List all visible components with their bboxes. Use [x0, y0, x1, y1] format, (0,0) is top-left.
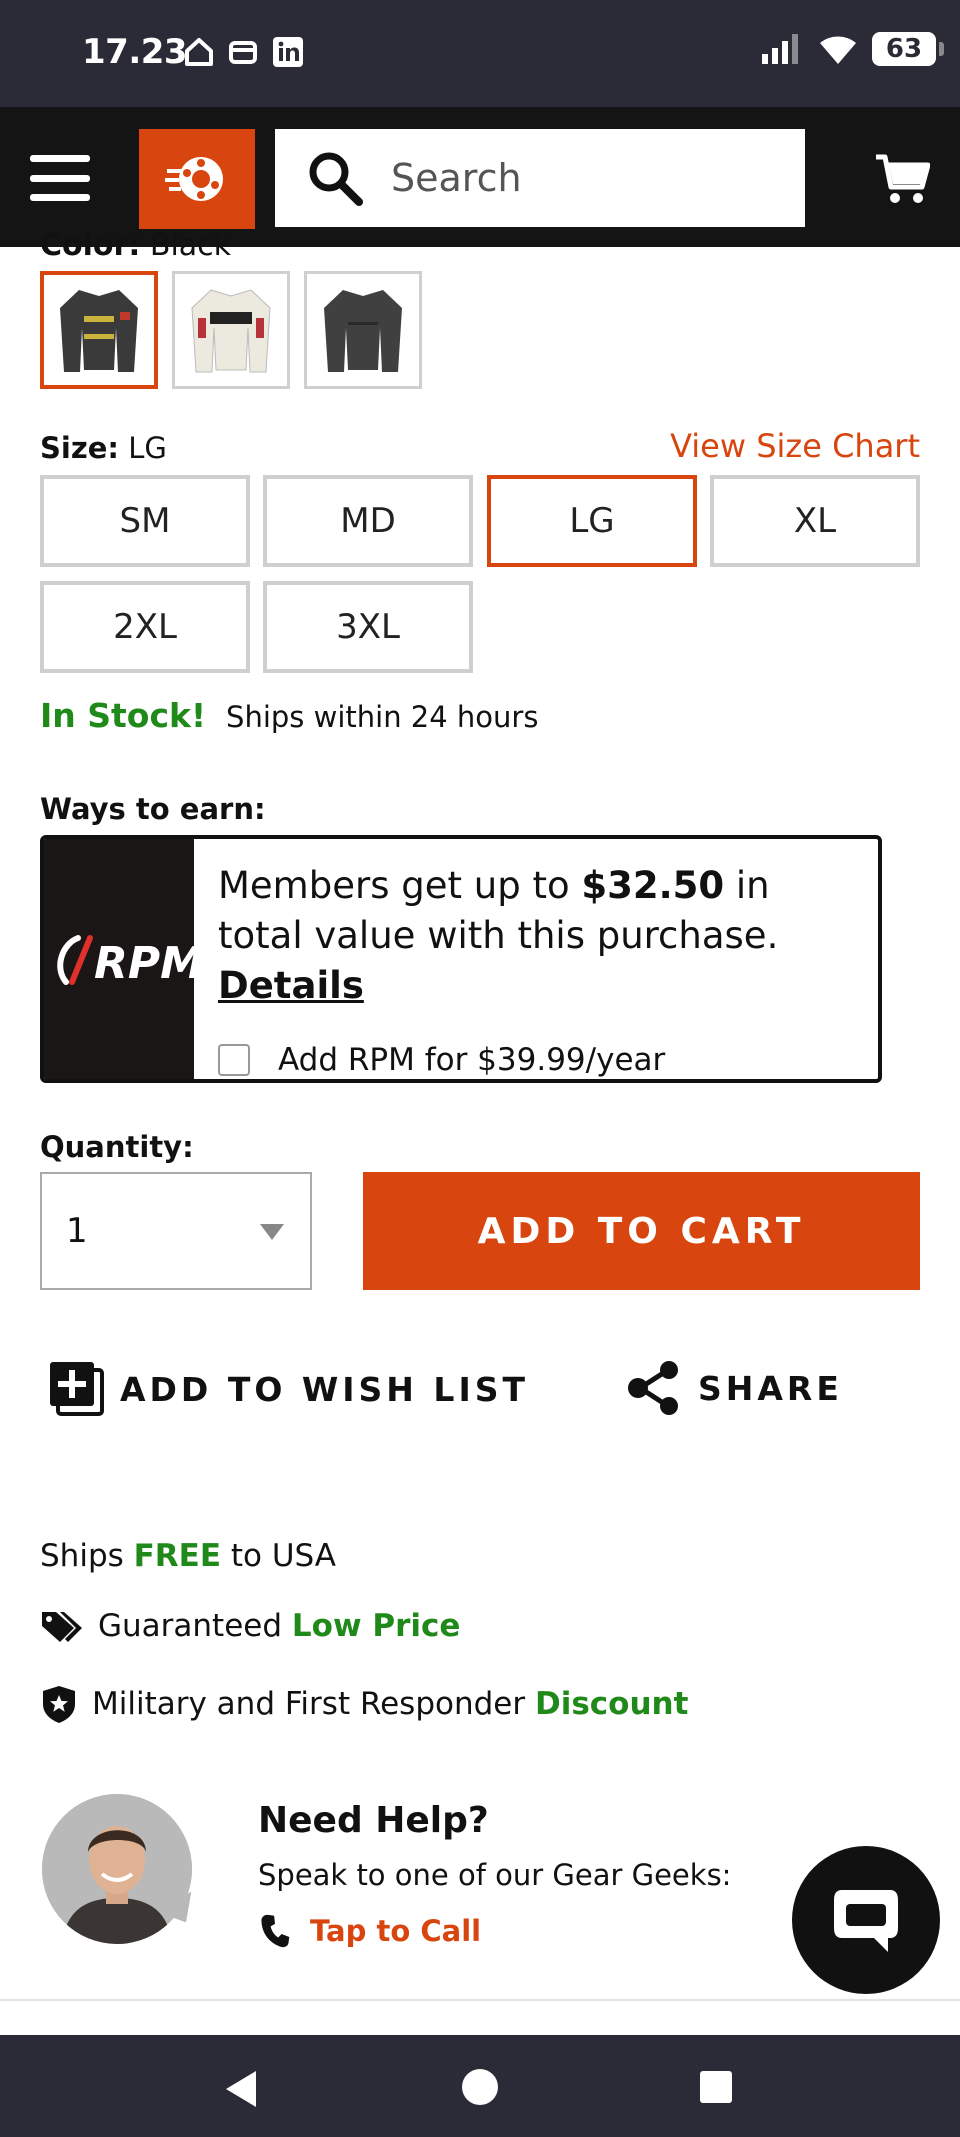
jacket-thumbnail — [191, 289, 271, 373]
free-shipping-perk: Ships FREE to USA — [40, 1538, 336, 1574]
hamburger-icon — [30, 155, 90, 162]
ships-within-text: Ships within 24 hours — [226, 700, 539, 734]
stock-status: In Stock! Ships within 24 hours — [40, 696, 538, 735]
share-icon — [628, 1361, 678, 1415]
ways-to-earn-label: Ways to earn: — [40, 792, 266, 826]
add-to-list-icon — [50, 1362, 104, 1416]
notification-icons — [184, 36, 304, 68]
add-to-cart-button[interactable]: ADD TO CART — [363, 1172, 920, 1290]
dropdown-arrow-icon — [260, 1224, 284, 1240]
home-button-icon[interactable] — [462, 2069, 498, 2105]
color-value: Black — [149, 228, 232, 263]
free-shipping-text: Ships FREE to USA — [40, 1538, 336, 1574]
low-price-perk: Guaranteed Low Price — [40, 1608, 460, 1644]
wallet-icon — [229, 41, 257, 64]
military-prefix: Military and First Responder — [92, 1686, 535, 1722]
cart-icon[interactable] — [874, 151, 930, 207]
color-swatch-dark[interactable] — [304, 271, 422, 389]
rpm-logo: RPM — [44, 839, 194, 1079]
ships-suffix: to USA — [221, 1538, 337, 1574]
ships-prefix: Ships — [40, 1538, 134, 1574]
color-label: Color: Black — [40, 228, 231, 263]
size-option-md[interactable]: MD — [263, 475, 473, 567]
size-option-2xl[interactable]: 2XL — [40, 581, 250, 673]
size-option-lg[interactable]: LG — [487, 475, 697, 567]
quantity-value: 1 — [66, 1211, 88, 1251]
chat-button[interactable] — [792, 1846, 940, 1994]
size-header: Size: LG View Size Chart — [40, 427, 920, 467]
back-icon[interactable] — [226, 2071, 256, 2107]
price-prefix: Guaranteed — [98, 1608, 292, 1644]
battery-level: 63 — [885, 34, 923, 64]
rpm-description: Members get up to $32.50 in total value … — [194, 839, 878, 1079]
share-button[interactable]: SHARE — [626, 1360, 843, 1416]
need-help-subtitle: Speak to one of our Gear Geeks: — [258, 1858, 732, 1892]
in-stock-label: In Stock! — [40, 696, 207, 735]
size-option-3xl[interactable]: 3XL — [263, 581, 473, 673]
rpm-addon-row[interactable]: Add RPM for $39.99/year — [218, 1035, 854, 1079]
recent-apps-icon[interactable] — [700, 2071, 732, 2103]
person-avatar-icon — [42, 1794, 192, 1944]
wifi-icon — [820, 36, 856, 64]
battery-indicator: 63 — [872, 32, 944, 66]
ships-free-highlight: FREE — [133, 1538, 222, 1574]
signal-icon — [762, 34, 798, 64]
site-logo[interactable] — [139, 129, 255, 229]
rpm-text-before: Members get up to — [218, 864, 582, 907]
wish-list-label: ADD TO WISH LIST — [120, 1369, 530, 1409]
search-bar[interactable] — [275, 129, 805, 227]
phone-icon — [261, 1914, 290, 1948]
view-size-chart-link[interactable]: View Size Chart — [670, 427, 920, 465]
size-option-xl[interactable]: XL — [710, 475, 920, 567]
search-icon — [309, 152, 363, 206]
price-tag-icon — [42, 1612, 82, 1642]
menu-button[interactable] — [30, 155, 90, 201]
chat-bubble-icon — [834, 1890, 898, 1952]
military-discount-text: Military and First Responder Discount — [92, 1686, 688, 1722]
rpm-logo-mark: RPM — [57, 935, 194, 989]
shield-star-icon — [43, 1686, 75, 1723]
size-label: Size: LG — [40, 431, 167, 465]
low-price-text: Guaranteed Low Price — [98, 1608, 460, 1644]
rpm-promo-box: RPM Members get up to $32.50 in total va… — [40, 835, 882, 1083]
tap-to-call-link[interactable]: Tap to Call — [258, 1914, 481, 1948]
system-icons: 63 — [760, 32, 944, 66]
rpm-details-link[interactable]: Details — [218, 964, 364, 1007]
military-discount-perk: Military and First Responder Discount — [40, 1684, 688, 1724]
rpm-logo-text: RPM — [94, 938, 194, 989]
jacket-thumbnail — [324, 290, 402, 372]
status-bar: 17.23 63 — [0, 0, 960, 107]
rpm-addon-checkbox[interactable] — [218, 1044, 250, 1076]
low-price-highlight: Low Price — [291, 1608, 461, 1644]
jacket-thumbnail — [60, 290, 138, 372]
need-help-title: Need Help? — [258, 1800, 489, 1841]
color-swatch-black-yellow[interactable] — [40, 271, 158, 389]
quantity-select[interactable]: 1 — [40, 1172, 312, 1290]
color-label-title: Color: — [40, 228, 141, 263]
section-divider — [0, 1999, 960, 2001]
color-swatches — [40, 271, 422, 389]
site-header — [0, 107, 960, 247]
hamburger-line — [30, 174, 90, 182]
logo-wheel-icon — [165, 157, 223, 201]
size-value: LG — [128, 431, 167, 465]
discount-highlight: Discount — [534, 1686, 689, 1722]
search-input[interactable] — [389, 155, 773, 201]
gear-geek-avatar — [42, 1794, 192, 1944]
status-time: 17.23 — [82, 32, 188, 72]
size-label-title: Size: — [40, 431, 119, 465]
tap-to-call-label: Tap to Call — [310, 1914, 482, 1948]
quantity-label: Quantity: — [40, 1130, 194, 1164]
hamburger-line — [30, 194, 90, 201]
size-option-sm[interactable]: SM — [40, 475, 250, 567]
add-to-wish-list-button[interactable]: ADD TO WISH LIST — [48, 1360, 529, 1418]
rpm-amount: $32.50 — [581, 864, 725, 907]
linkedin-icon — [273, 37, 303, 67]
color-swatch-white[interactable] — [172, 271, 290, 389]
share-label: SHARE — [698, 1368, 843, 1408]
system-navigation-bar — [0, 2035, 960, 2137]
rpm-addon-label: Add RPM for $39.99/year — [278, 1042, 666, 1078]
home-icon — [185, 38, 213, 66]
